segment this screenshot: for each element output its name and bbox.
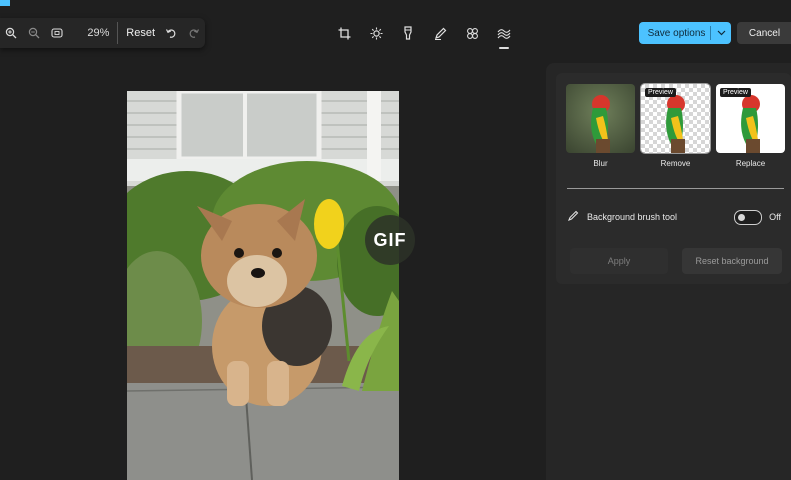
save-options-button[interactable]: Save options	[639, 22, 731, 44]
draw-icon[interactable]	[424, 20, 456, 46]
crop-icon[interactable]	[328, 20, 360, 46]
background-brush-toggle[interactable]	[734, 209, 763, 225]
save-options-label: Save options	[647, 27, 706, 39]
replace-label: Replace	[735, 159, 766, 168]
zoom-toolbar: 29% Reset	[0, 18, 205, 48]
background-brush-row: Background brush tool Off	[568, 208, 781, 226]
brightness-icon[interactable]	[360, 20, 392, 46]
zoom-level[interactable]: 29%	[83, 27, 109, 39]
cancel-button[interactable]: Cancel	[737, 22, 791, 44]
blur-thumbnail[interactable]	[566, 84, 635, 153]
toggle-knob	[738, 213, 746, 221]
filter-icon[interactable]	[456, 20, 488, 46]
remove-label: Remove	[660, 159, 691, 168]
reset-background-button[interactable]: Reset background	[682, 248, 782, 274]
background-icon[interactable]	[488, 20, 520, 49]
photo-canvas[interactable]	[127, 91, 399, 480]
replace-thumbnail[interactable]: Preview	[716, 84, 785, 153]
remove-thumbnail[interactable]: Preview	[640, 83, 711, 154]
apply-button[interactable]: Apply	[570, 248, 668, 274]
toolbar-divider	[117, 22, 119, 44]
dog-photo	[127, 91, 399, 480]
edit-tools	[328, 20, 520, 49]
window-accent	[0, 0, 10, 6]
zoom-in-icon[interactable]	[0, 18, 23, 48]
chevron-down-icon[interactable]	[711, 30, 731, 36]
option-replace[interactable]: Preview Replace	[716, 84, 785, 168]
redo-icon[interactable]	[182, 18, 205, 48]
parrot-image	[591, 95, 610, 153]
preview-badge: Preview	[645, 88, 676, 97]
background-options: Blur Preview Remove Preview Replace	[566, 83, 785, 168]
background-brush-label: Background brush tool	[587, 212, 678, 222]
fit-to-window-icon[interactable]	[46, 18, 69, 48]
option-blur[interactable]: Blur	[566, 84, 635, 168]
reset-zoom-button[interactable]: Reset	[126, 27, 155, 39]
brush-icon	[568, 208, 579, 226]
undo-icon[interactable]	[159, 18, 182, 48]
markup-icon[interactable]	[392, 20, 424, 46]
blur-label: Blur	[593, 159, 608, 168]
toggle-state-label: Off	[769, 212, 781, 222]
gif-badge[interactable]: GIF	[365, 215, 415, 265]
zoom-out-icon[interactable]	[23, 18, 46, 48]
preview-badge: Preview	[720, 88, 751, 97]
panel-divider	[567, 188, 784, 189]
option-remove[interactable]: Preview Remove	[640, 83, 711, 168]
